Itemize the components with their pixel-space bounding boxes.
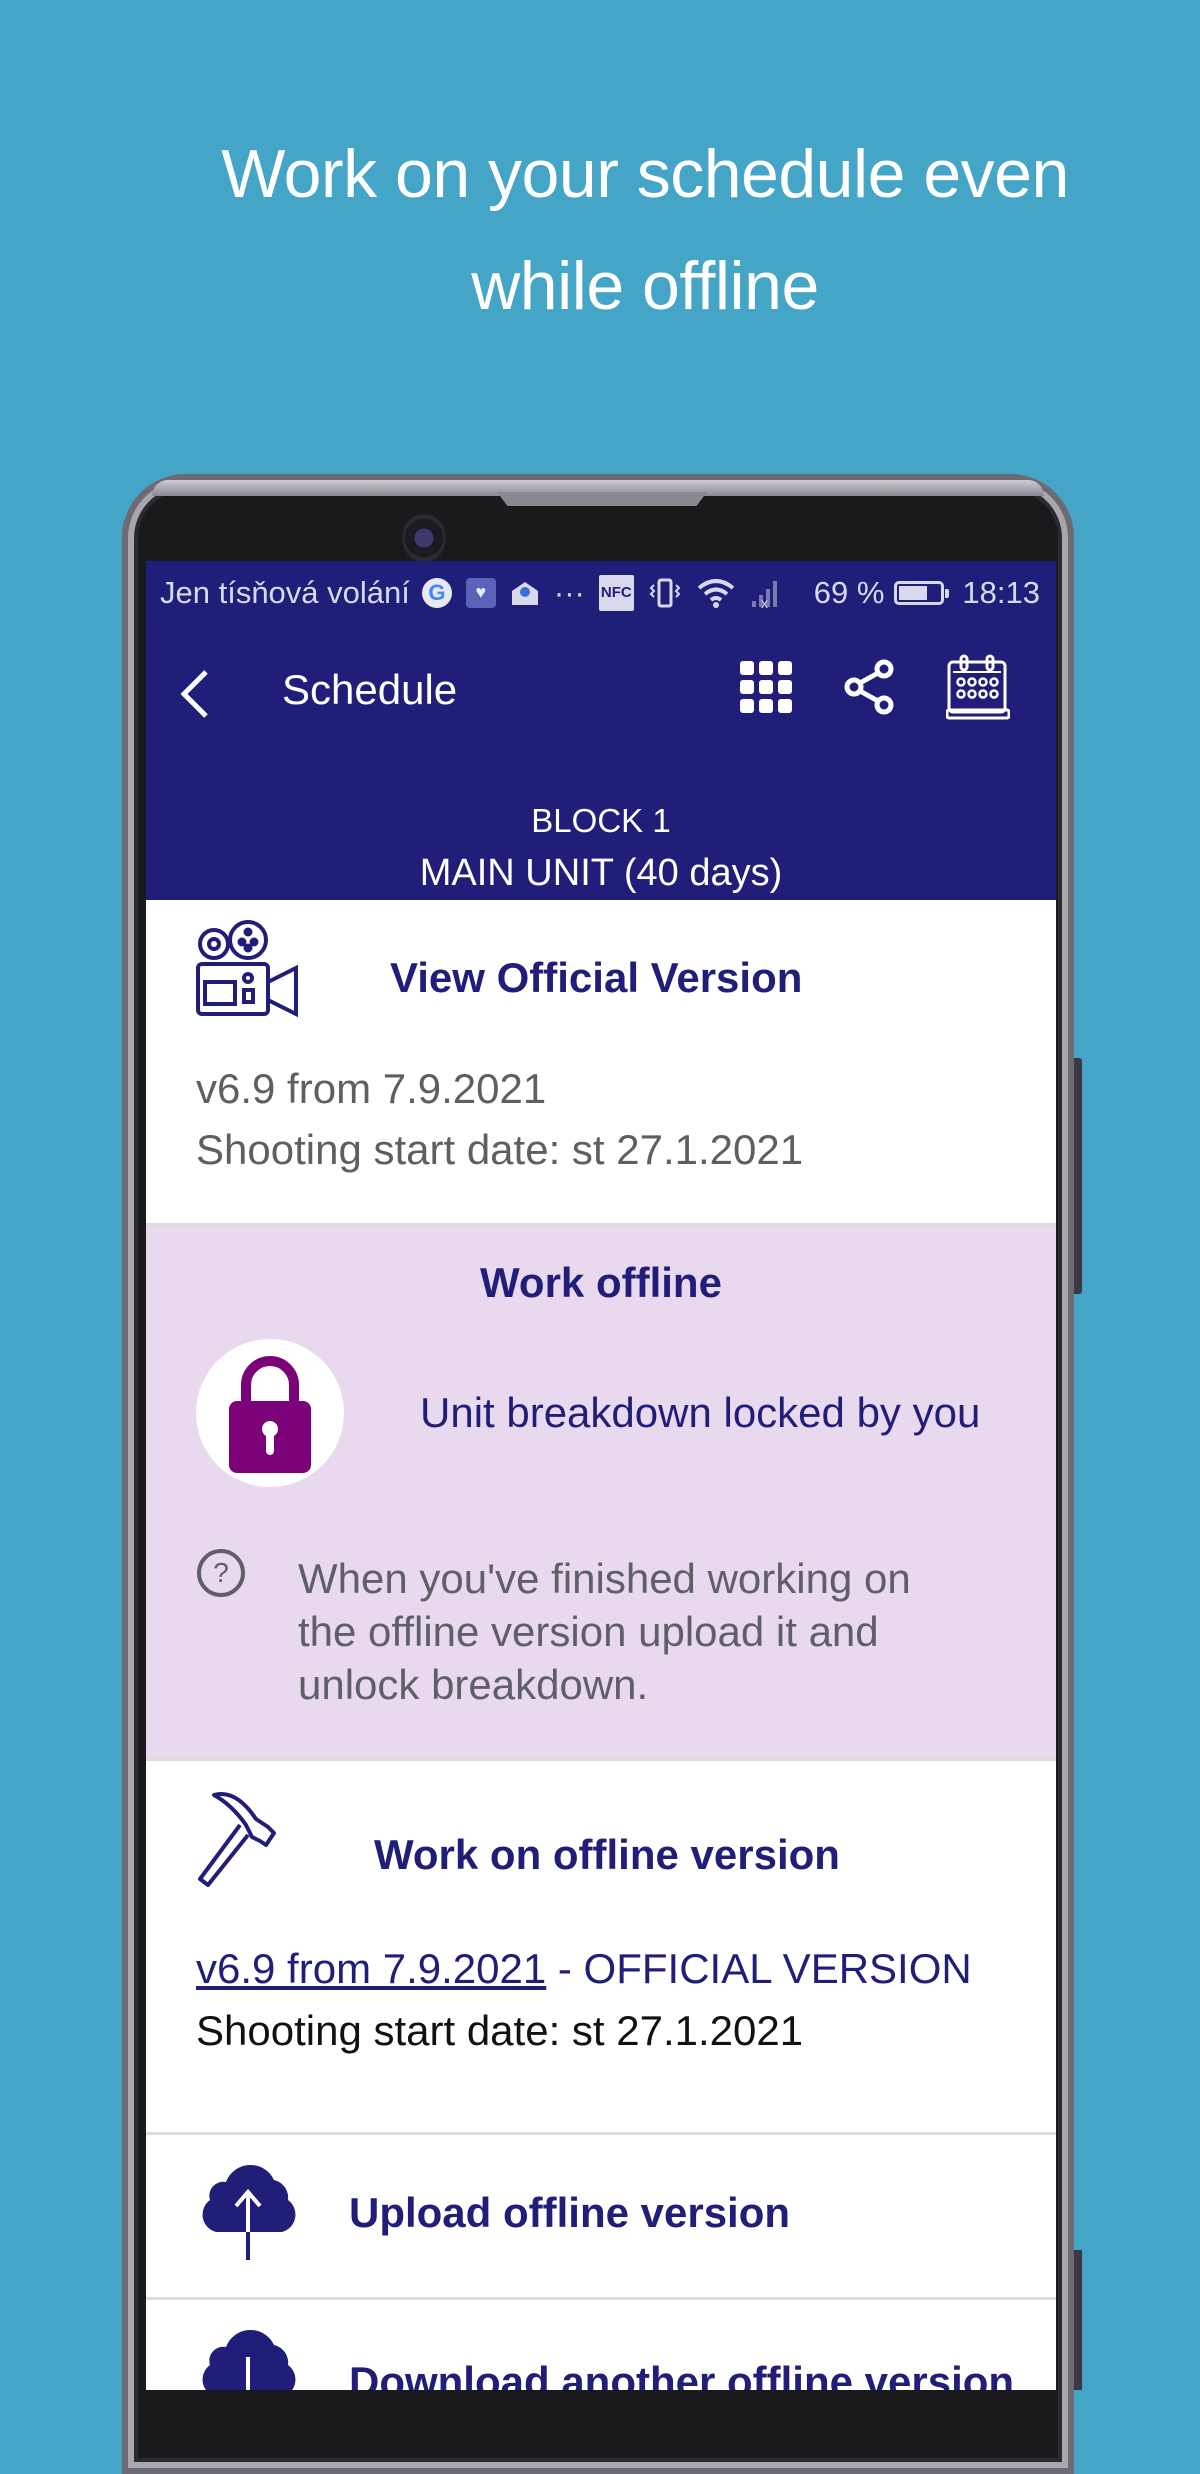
svg-text:?: ? (213, 1557, 229, 1588)
help-text-line-2: the offline version upload it and (298, 1608, 879, 1655)
back-button[interactable] (174, 664, 214, 724)
power-button (1074, 1058, 1082, 1294)
headline: Work on your schedule even while offline (160, 118, 1130, 342)
download-label: Download another offline version (349, 2358, 1015, 2390)
wifi-icon (696, 577, 736, 609)
cloud-download-icon (196, 2325, 300, 2390)
headline-line-1: Work on your schedule even (221, 136, 1069, 212)
official-version-text: v6.9 from 7.9.2021 (196, 1065, 547, 1112)
vibrate-icon (648, 577, 682, 609)
mail-icon (510, 577, 540, 609)
nfc-icon: NFC (598, 574, 634, 611)
battery-percent: 69 % (813, 574, 885, 610)
unit-label: MAIN UNIT (40 days) (419, 852, 783, 894)
help-text-line-1: When you've finished working on (298, 1555, 911, 1602)
offline-version-line: v6.9 from 7.9.2021 - OFFICIAL VERSION (196, 1945, 972, 1993)
battery-icon (894, 580, 950, 605)
movie-camera-icon (196, 920, 300, 1025)
lock-icon (196, 1339, 344, 1487)
front-camera (402, 514, 446, 562)
work-on-offline-section[interactable]: Work on offline version v6.9 from 7.9.20… (146, 1761, 1056, 2135)
offline-version-suffix: - OFFICIAL VERSION (546, 1945, 972, 1992)
grid-icon[interactable] (740, 661, 792, 718)
help-text: When you've finished working on the offl… (298, 1552, 911, 1711)
view-official-version-button[interactable]: View Official Version (390, 954, 802, 1002)
help-icon[interactable]: ? (196, 1548, 246, 1603)
upload-offline-version-button[interactable]: Upload offline version (146, 2135, 1056, 2300)
upload-label: Upload offline version (349, 2189, 791, 2236)
status-bar: Jen tísňová volání G ♥ ··· NFC x 69 % 18… (146, 561, 1056, 624)
calendar-icon[interactable] (945, 654, 1011, 725)
offline-shooting-start: Shooting start date: st 27.1.2021 (196, 2007, 804, 2054)
share-icon[interactable] (844, 659, 894, 720)
health-icon: ♥ (465, 577, 496, 608)
headline-line-2: while offline (471, 248, 819, 324)
volume-button (1074, 2250, 1082, 2390)
phone-screen: Jen tísňová volání G ♥ ··· NFC x 69 % 18… (146, 561, 1056, 2390)
official-shooting-start: Shooting start date: st 27.1.2021 (196, 1126, 804, 1173)
hammer-icon (196, 1791, 300, 1896)
lock-badge (196, 1339, 344, 1492)
svg-text:x: x (761, 595, 768, 609)
work-offline-section: Work offline Unit breakdown locked by yo… (146, 1226, 1056, 1761)
lock-status-text: Unit breakdown locked by you (420, 1389, 981, 1436)
page-title: Schedule (282, 666, 458, 713)
no-signal-icon: x (750, 577, 784, 609)
help-text-line-3: unlock breakdown. (298, 1661, 649, 1708)
offline-version-link[interactable]: v6.9 from 7.9.2021 (196, 1945, 546, 1992)
work-on-offline-version-button[interactable]: Work on offline version (374, 1831, 840, 1879)
official-version-section[interactable]: View Official Version v6.9 from 7.9.2021… (146, 900, 1056, 1226)
earpiece (497, 492, 707, 506)
battery-fill (899, 585, 928, 600)
download-offline-version-button[interactable]: Download another offline version (146, 2300, 1056, 2390)
carrier-text: Jen tísňová volání (160, 574, 410, 610)
app-bar: Schedule BLOCK 1 MAIN UNIT (40 days) (146, 624, 1056, 900)
block-label: BLOCK 1 (531, 802, 671, 839)
google-icon: G (421, 577, 452, 608)
work-offline-title: Work offline (480, 1259, 722, 1306)
clock: 18:13 (962, 574, 1040, 610)
cloud-upload-icon (196, 2160, 300, 2269)
more-icon: ··· (553, 574, 585, 610)
